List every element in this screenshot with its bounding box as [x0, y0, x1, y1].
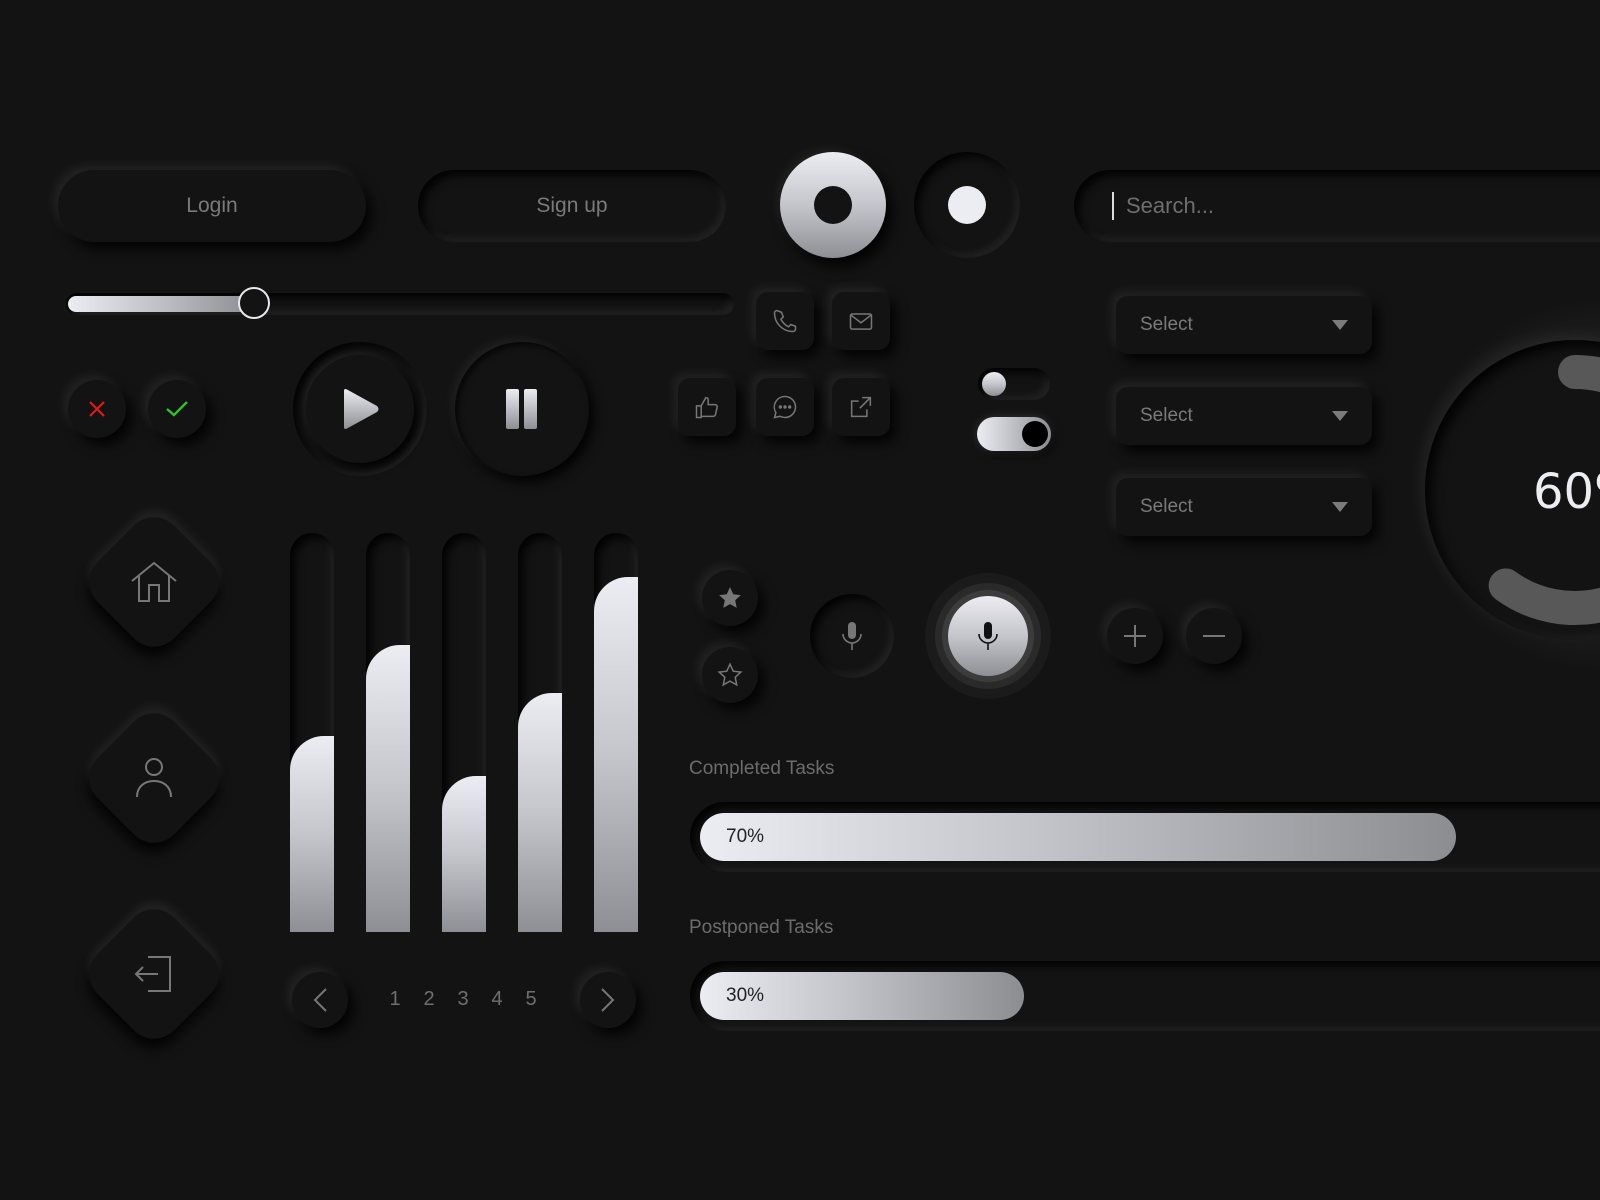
slider-fill — [68, 296, 254, 312]
completed-progress-label: 70% — [726, 826, 765, 847]
pause-icon — [506, 389, 537, 429]
bar-chart — [290, 533, 640, 932]
postponed-tasks-title: Postponed Tasks — [689, 917, 834, 938]
completed-progress-track: 70% — [690, 802, 1600, 872]
decrement-button[interactable] — [1186, 608, 1242, 664]
home-button[interactable] — [77, 505, 231, 659]
minus-icon — [1203, 635, 1225, 637]
select-3[interactable]: Select — [1116, 478, 1372, 536]
pause-button[interactable] — [455, 342, 589, 476]
login-label: Login — [186, 194, 238, 217]
star-outline-icon — [717, 662, 743, 687]
page-1[interactable]: 1 — [378, 988, 412, 1011]
page-2[interactable]: 2 — [412, 988, 446, 1011]
mail-button[interactable] — [832, 292, 890, 350]
cancel-button[interactable] — [68, 380, 126, 438]
favorite-filled-button[interactable] — [702, 570, 758, 626]
gauge-label: 60% — [1533, 464, 1600, 520]
caret-down-icon — [1332, 411, 1348, 421]
caret-down-icon — [1332, 502, 1348, 512]
page-5[interactable]: 5 — [514, 988, 548, 1011]
toggle-off[interactable] — [978, 368, 1050, 400]
like-button[interactable] — [678, 378, 736, 436]
favorite-outline-button[interactable] — [702, 647, 758, 703]
mail-icon — [849, 313, 873, 330]
logout-button[interactable] — [77, 897, 231, 1051]
bar-2 — [366, 645, 410, 932]
toggle-knob — [982, 372, 1006, 396]
bar-track-1 — [290, 533, 334, 932]
check-icon — [166, 401, 188, 417]
mic-active-icon — [978, 622, 998, 650]
bar-track-4 — [518, 533, 562, 932]
text-cursor — [1112, 192, 1114, 220]
increment-button[interactable] — [1107, 608, 1163, 664]
user-icon — [136, 758, 172, 798]
mic-active-button[interactable] — [925, 573, 1051, 699]
chevron-right-icon — [601, 988, 615, 1012]
bar-4 — [518, 693, 562, 932]
chevron-left-icon — [313, 988, 327, 1012]
slider-track[interactable] — [66, 287, 734, 319]
confirm-button[interactable] — [148, 380, 206, 438]
bar-track-3 — [442, 533, 486, 932]
postponed-progress-fill: 30% — [700, 972, 1024, 1020]
select-value: Select — [1140, 496, 1193, 517]
phone-button[interactable] — [756, 292, 814, 350]
prev-page-button[interactable] — [292, 972, 348, 1028]
play-icon — [344, 389, 379, 429]
chat-icon — [773, 395, 797, 419]
bar-1 — [290, 736, 334, 932]
postponed-progress-track: 30% — [690, 961, 1600, 1031]
signup-label: Sign up — [536, 194, 608, 217]
chat-button[interactable] — [756, 378, 814, 436]
profile-button[interactable] — [77, 701, 231, 855]
search-field[interactable] — [1074, 170, 1600, 242]
radio-dot — [814, 186, 852, 224]
progress-gauge: 60% — [1425, 340, 1600, 640]
home-icon — [131, 561, 177, 602]
select-1[interactable]: Select — [1116, 296, 1372, 354]
completed-progress-fill: 70% — [700, 813, 1456, 861]
next-page-button[interactable] — [580, 972, 636, 1028]
select-2[interactable]: Select — [1116, 387, 1372, 445]
radio-dot — [948, 186, 986, 224]
mic-button[interactable] — [810, 594, 894, 678]
toggle-knob — [1022, 421, 1048, 447]
select-value: Select — [1140, 314, 1193, 335]
postponed-progress-label: 30% — [726, 985, 765, 1006]
select-value: Select — [1140, 405, 1193, 426]
bar-track-2 — [366, 533, 410, 932]
play-button[interactable] — [293, 342, 427, 476]
mic-icon — [842, 622, 862, 650]
radio-unselected[interactable] — [914, 152, 1020, 258]
page-3[interactable]: 3 — [446, 988, 480, 1011]
caret-down-icon — [1332, 320, 1348, 330]
slider-thumb[interactable] — [238, 287, 270, 319]
phone-icon — [773, 309, 797, 333]
toggle-on[interactable] — [977, 417, 1051, 451]
login-button[interactable]: Login — [58, 170, 366, 242]
bar-3 — [442, 776, 486, 932]
star-filled-icon — [719, 587, 741, 608]
logout-icon — [134, 956, 171, 992]
close-icon — [89, 401, 105, 417]
bar-5 — [594, 577, 638, 932]
share-button[interactable] — [832, 378, 890, 436]
search-input[interactable] — [1124, 192, 1528, 220]
radio-selected[interactable] — [780, 152, 886, 258]
signup-button[interactable]: Sign up — [418, 170, 726, 242]
plus-icon — [1124, 625, 1146, 647]
external-link-icon — [850, 396, 872, 418]
page-numbers: 1 2 3 4 5 — [378, 988, 548, 1011]
completed-tasks-title: Completed Tasks — [689, 758, 835, 779]
bar-track-5 — [594, 533, 638, 932]
thumbs-up-icon — [695, 396, 718, 419]
page-4[interactable]: 4 — [480, 988, 514, 1011]
